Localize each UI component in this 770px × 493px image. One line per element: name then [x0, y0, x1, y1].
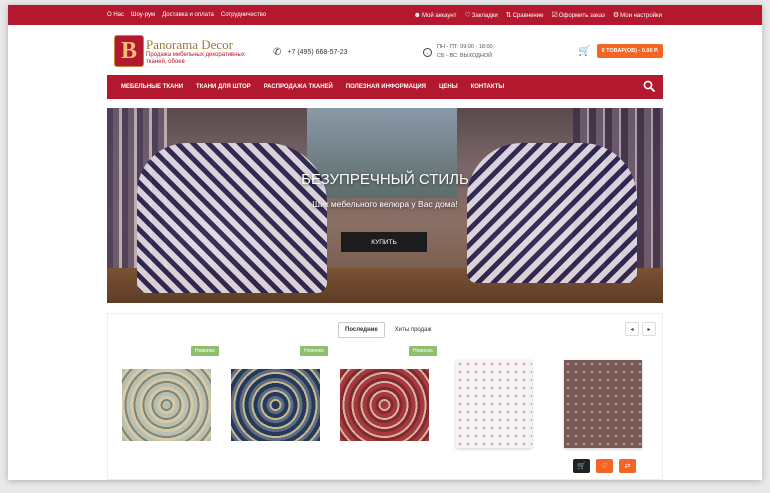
tab-bestsellers[interactable]: Хиты продаж — [388, 322, 439, 338]
brand-name[interactable]: Panorama Decor — [146, 37, 233, 53]
hero-armchair-right — [467, 143, 637, 283]
nav-item-contacts[interactable]: КОНТАКТЫ — [471, 84, 505, 90]
product-image[interactable] — [456, 360, 532, 448]
product-image[interactable] — [340, 369, 429, 441]
top-link-cooperation[interactable]: Сотрудничество — [221, 12, 266, 18]
checkout-link[interactable]: ☑Оформить заказ — [551, 11, 604, 19]
top-bar-left-links: О Нас Шоу-рум Доставка и оплата Сотрудни… — [107, 5, 266, 25]
product-image[interactable] — [122, 369, 211, 441]
top-link-about[interactable]: О Нас — [107, 12, 124, 18]
settings-label: Мои настройки — [620, 13, 662, 19]
nav-item-curtain-fabrics[interactable]: ТКАНИ ДЛЯ ШТОР — [196, 84, 251, 90]
hero-subtitle: Шик мебельного велюра у Вас дома! — [312, 199, 458, 209]
product-image[interactable] — [564, 360, 642, 448]
new-badge: Новинка — [300, 346, 328, 356]
top-link-delivery[interactable]: Доставка и оплата — [162, 12, 214, 18]
add-to-compare-button[interactable]: ⇄ — [619, 459, 636, 473]
cart-icon: 🛒 — [577, 463, 586, 470]
carousel-next-button[interactable]: ▸ — [642, 322, 656, 336]
cart-button[interactable]: 0 ТОВАР(ОВ) - 0.00 Р. — [597, 44, 663, 58]
phone-number[interactable]: +7 (495) 668-57-23 — [287, 49, 347, 56]
heart-icon: ♡ — [464, 12, 471, 19]
logo-letter: B — [120, 37, 137, 64]
hours-weekend: СБ - ВС: ВЫХОДНОЙ — [437, 53, 493, 59]
hours-weekdays: ПН - ПТ: 09:00 - 18:00; — [437, 44, 495, 50]
checkout-label: Оформить заказ — [558, 13, 605, 19]
hero-banner[interactable]: БЕЗУПРЕЧНЫЙ СТИЛЬ Шик мебельного велюра … — [107, 108, 663, 303]
carousel-prev-button[interactable]: ◂ — [625, 322, 639, 336]
wishlist-link[interactable]: ♡Закладки — [464, 11, 497, 19]
top-link-showroom[interactable]: Шоу-рум — [131, 12, 155, 18]
product-tabs: Последние Хиты продаж — [338, 322, 439, 338]
compare-label: Сравнение — [512, 13, 544, 19]
phone-block: ✆ +7 (495) 668-57-23 — [273, 47, 348, 58]
compare-link[interactable]: ⇅Сравнение — [506, 11, 544, 19]
clock-icon: ․ — [423, 47, 432, 57]
product-actions: 🛒 ♡ ⇄ — [573, 459, 636, 473]
brand-tagline: Продажа мебельных декоративных тканей, о… — [146, 52, 245, 65]
hero-title: БЕЗУПРЕЧНЫЙ СТИЛЬ — [301, 171, 469, 188]
account-link[interactable]: ☻Мой аккаунт — [414, 12, 457, 19]
search-icon[interactable] — [643, 80, 655, 92]
product-image[interactable] — [231, 369, 320, 441]
logo-icon[interactable]: B — [114, 35, 144, 67]
compare-icon: ⇄ — [624, 463, 631, 470]
account-label: Мой аккаунт — [421, 12, 457, 19]
tab-latest[interactable]: Последние — [338, 322, 385, 338]
user-icon: ☻ — [413, 11, 421, 19]
checkout-icon: ☑ — [551, 12, 558, 19]
heart-icon: ♡ — [601, 463, 608, 470]
settings-link[interactable]: ⚙Мои настройки — [613, 11, 662, 19]
carousel-arrows: ◂ ▸ — [625, 322, 656, 336]
nav-item-fabric-sale[interactable]: РАСПРОДАЖА ТКАНЕЙ — [264, 84, 333, 90]
nav-item-useful-info[interactable]: ПОЛЕЗНАЯ ИНФОРМАЦИЯ — [346, 84, 426, 90]
hero-buy-button[interactable]: КУПИТЬ — [341, 232, 427, 252]
top-bar-right-links: ☻Мой аккаунт ♡Закладки ⇅Сравнение ☑Оформ… — [414, 5, 662, 25]
phone-icon: ✆ — [273, 47, 282, 58]
nav-item-prices[interactable]: ЦЕНЫ — [439, 84, 458, 90]
browser-page: О Нас Шоу-рум Доставка и оплата Сотрудни… — [8, 5, 762, 480]
hours-text: ПН - ПТ: 09:00 - 18:00; СБ - ВС: ВЫХОДНО… — [437, 43, 494, 61]
add-to-wishlist-button[interactable]: ♡ — [596, 459, 613, 473]
wishlist-label: Закладки — [471, 13, 498, 19]
hours-block: ․ ПН - ПТ: 09:00 - 18:00; СБ - ВС: ВЫХОД… — [423, 43, 494, 61]
new-badge: Новинка — [191, 346, 219, 356]
nav-item-upholstery-fabrics[interactable]: МЕБЕЛЬНЫЕ ТКАНИ — [121, 84, 183, 90]
main-nav: МЕБЕЛЬНЫЕ ТКАНИ ТКАНИ ДЛЯ ШТОР РАСПРОДАЖ… — [107, 75, 663, 99]
compare-icon: ⇅ — [505, 12, 512, 19]
cart-icon[interactable]: 🛒 — [578, 46, 590, 57]
gear-icon: ⚙ — [612, 12, 620, 19]
new-badge: Новинка — [409, 346, 437, 356]
add-to-cart-button[interactable]: 🛒 — [573, 459, 590, 473]
site-header: B Panorama Decor Продажа мебельных декор… — [8, 25, 762, 75]
top-bar: О Нас Шоу-рум Доставка и оплата Сотрудни… — [8, 5, 762, 25]
products-carousel: Последние Хиты продаж ◂ ▸ Новинка Новинк… — [107, 313, 663, 480]
hero-armchair-left — [137, 143, 327, 293]
